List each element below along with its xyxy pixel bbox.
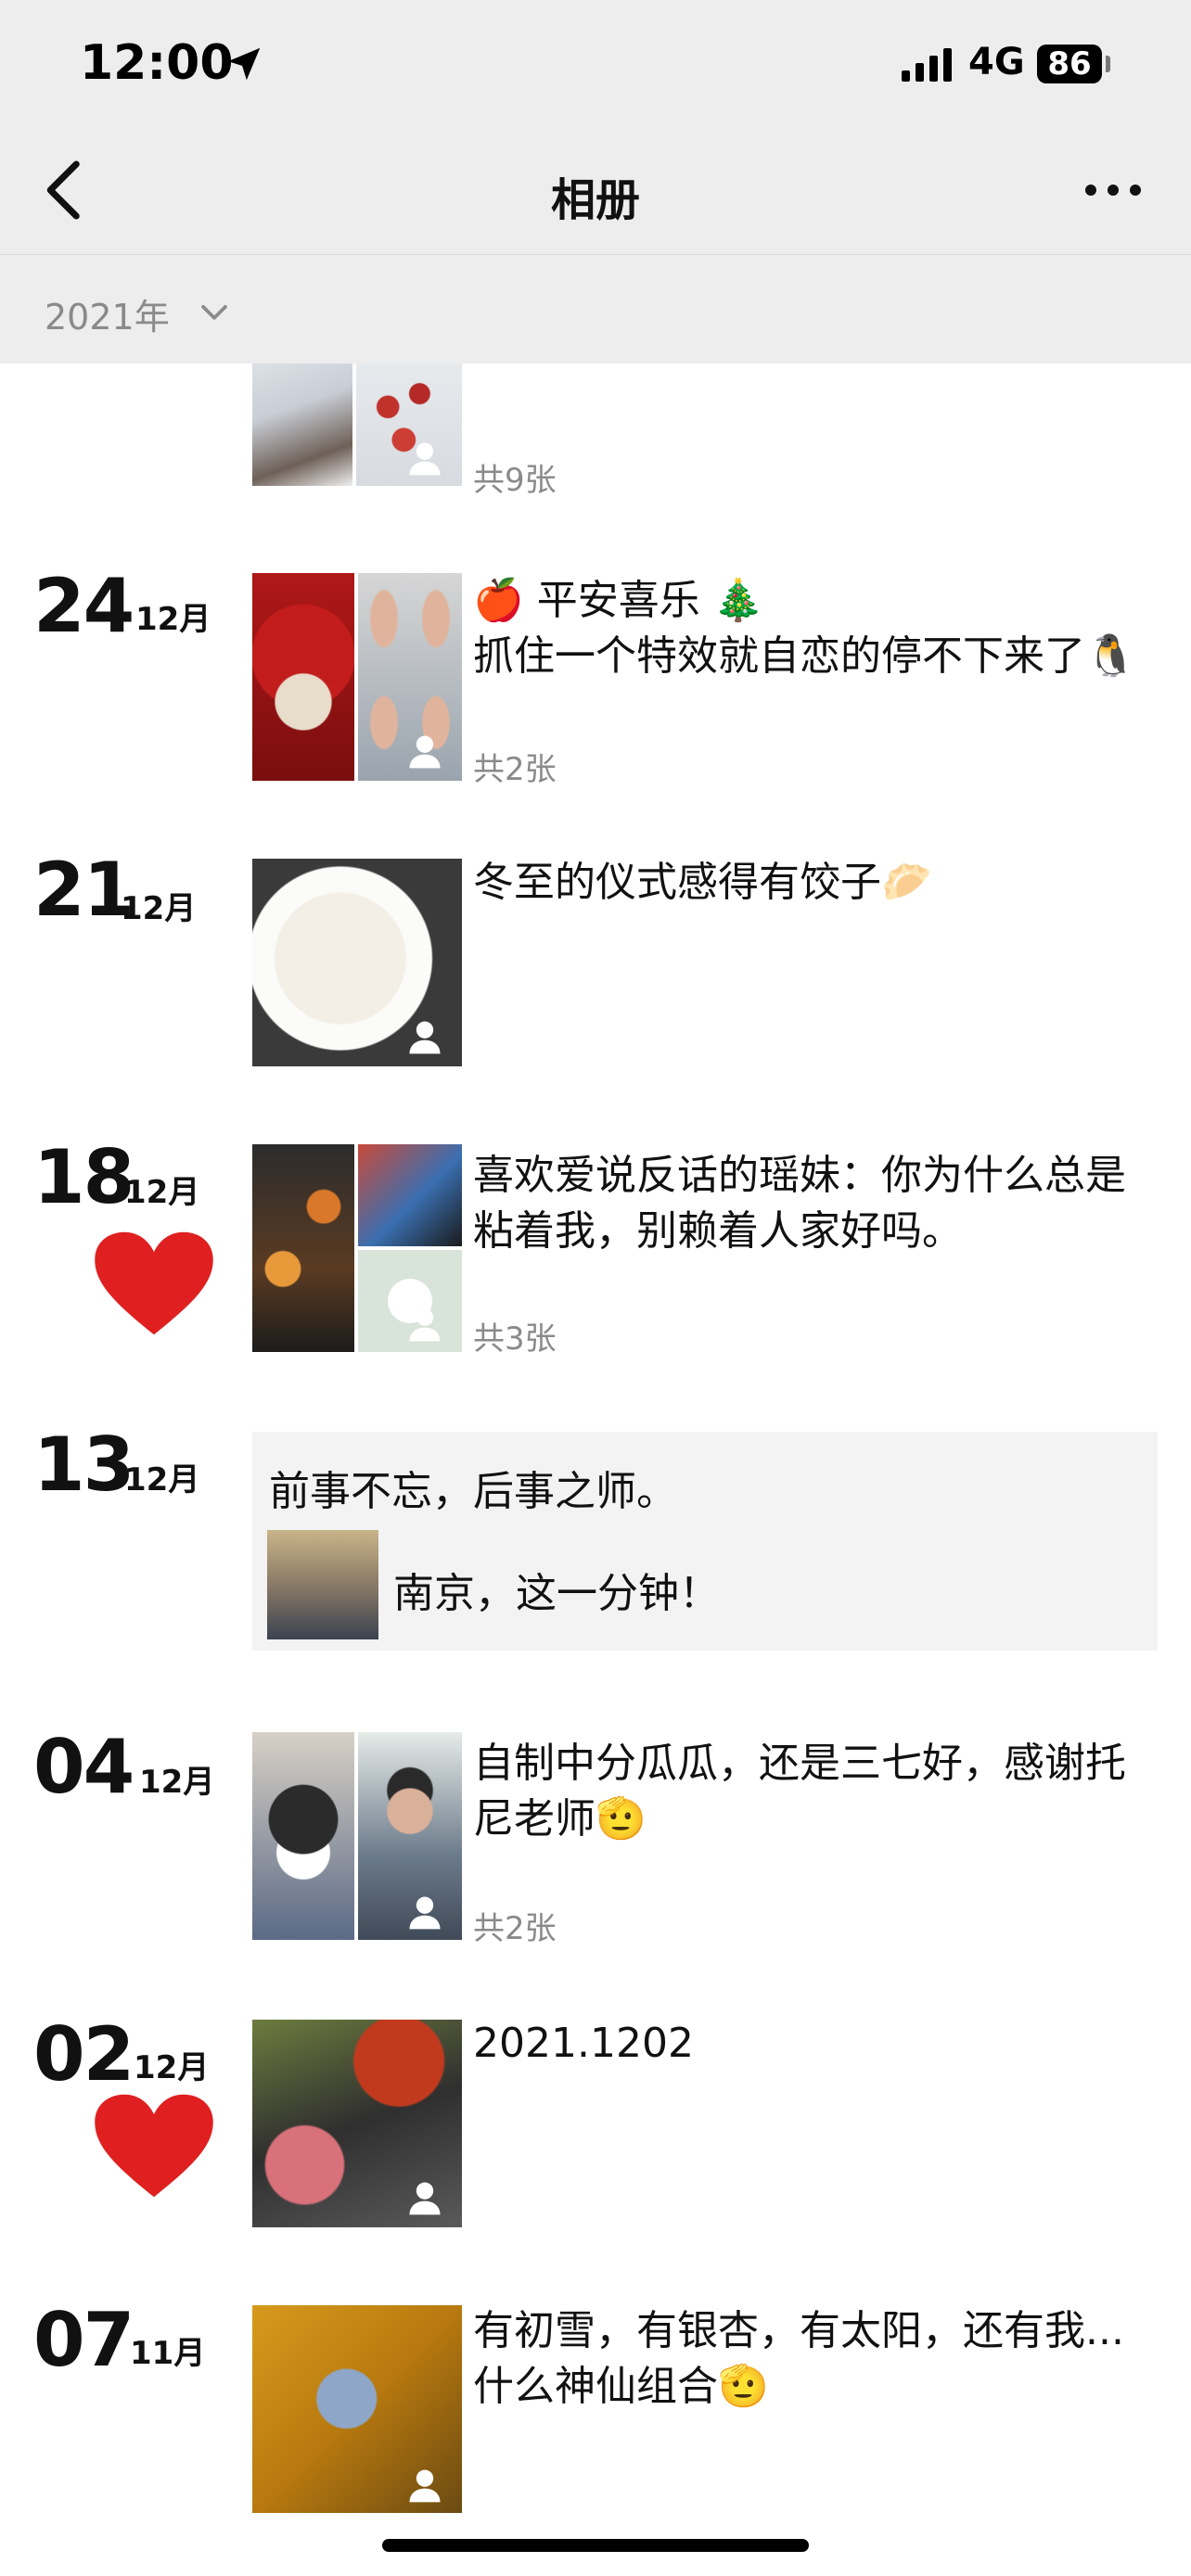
post-text: 自制中分瓜瓜，还是三七好，感谢托尼老师🫡 <box>473 1740 1126 1843</box>
date-month: 12月 <box>124 1174 200 1211</box>
person-icon <box>409 2469 441 2503</box>
photo-thumbnail[interactable] <box>252 1732 354 1940</box>
post-text: 喜欢爱说反话的瑶妹：你为什么总是粘着我，别赖着人家好吗。 <box>473 1152 1126 1255</box>
post-text: 有初雪，有银杏，有太阳，还有我... 什么神仙组合🫡 <box>473 2307 1124 2410</box>
photo-count: 共2张 <box>473 1910 557 1947</box>
album-feed: 共9张 24 12月 🍎 平安喜乐 🎄 抓住一个特效就自恋的停不下来了🐧 共2张… <box>0 354 1191 2576</box>
battery-level: 86 <box>1047 45 1092 83</box>
photo-thumbnail[interactable] <box>252 1144 354 1352</box>
battery-tip <box>1106 56 1110 72</box>
year-filter-label: 2021年 <box>45 297 170 338</box>
person-icon <box>409 1021 441 1054</box>
heart-icon <box>95 1231 213 1335</box>
shared-link-title: 南京，这一分钟！ <box>393 1570 720 1617</box>
person-icon <box>409 735 441 769</box>
post-text: 前事不忘，后事之师。 <box>269 1468 677 1515</box>
date-month: 12月 <box>135 601 211 638</box>
date-day: 04 <box>33 1724 134 1810</box>
home-indicator <box>382 2539 809 2552</box>
date-day: 21 <box>33 847 134 933</box>
heart-icon <box>95 2094 213 2198</box>
network-type: 4G <box>968 41 1025 83</box>
status-bar: 12:00 4G 86 <box>0 0 1191 130</box>
post-text: 2021.1202 <box>473 2020 694 2067</box>
post-text: 🍎 平安喜乐 🎄 抓住一个特效就自恋的停不下来了🐧 <box>473 577 1136 680</box>
date-day: 07 <box>33 2297 134 2383</box>
person-icon <box>409 442 441 476</box>
date-month: 12月 <box>124 1461 200 1498</box>
person-icon <box>409 2182 441 2215</box>
photo-count: 共3张 <box>473 1320 557 1358</box>
date-day: 13 <box>33 1422 134 1508</box>
date-month: 12月 <box>139 1764 215 1801</box>
date-day: 02 <box>33 2011 134 2098</box>
battery-icon: 86 <box>1037 45 1102 83</box>
date-month: 12月 <box>121 890 197 927</box>
signal-icon <box>902 48 952 82</box>
person-icon <box>409 1308 441 1342</box>
date-month: 12月 <box>134 2049 210 2086</box>
location-arrow-icon <box>227 47 261 81</box>
date-month: 11月 <box>130 2335 206 2372</box>
photo-count: 共2张 <box>473 751 557 788</box>
status-time: 12:00 <box>80 35 234 91</box>
photo-thumbnail[interactable] <box>252 354 352 486</box>
photo-count: 共9张 <box>473 462 557 499</box>
person-icon <box>409 1896 441 1930</box>
chevron-down-icon <box>201 305 227 320</box>
link-thumbnail <box>267 1530 378 1639</box>
date-day: 24 <box>33 563 134 649</box>
date-day: 18 <box>33 1134 134 1220</box>
page-title: 相册 <box>550 174 640 226</box>
photo-thumbnail[interactable] <box>358 1144 462 1246</box>
photo-thumbnail[interactable] <box>252 573 354 781</box>
year-filter[interactable]: 2021年 <box>0 254 1191 364</box>
post-text: 冬至的仪式感得有饺子🥟 <box>473 859 932 906</box>
more-options-icon[interactable] <box>1076 167 1150 213</box>
navigation-bar: 相册 <box>0 130 1191 252</box>
